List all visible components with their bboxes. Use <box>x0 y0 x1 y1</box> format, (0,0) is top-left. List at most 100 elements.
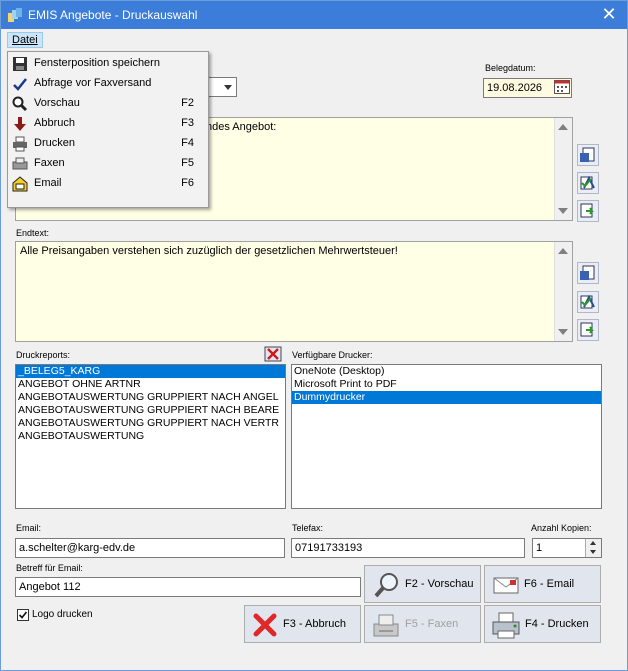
vorschau-button[interactable]: F2 - Vorschau <box>364 565 481 603</box>
menu-item-abbruch[interactable]: Abbruch F3 <box>8 114 206 134</box>
faxen-button[interactable]: F5 - Faxen <box>364 605 481 643</box>
kopien-stepper[interactable]: 1 <box>532 538 602 558</box>
menu-item-label: Faxen <box>34 157 65 169</box>
drucken-label: F4 - Drucken <box>525 618 589 630</box>
menu-item-abfrage-faxversand[interactable]: Abfrage vor Faxversand <box>8 74 206 94</box>
clear-report-icon[interactable] <box>264 346 282 362</box>
belegdatum-label: Belegdatum: <box>485 63 536 73</box>
endtext-edit-button[interactable] <box>577 291 599 313</box>
faxen-label: F5 - Faxen <box>405 618 459 630</box>
envelope-icon <box>493 577 519 594</box>
telefax-label: Telefax: <box>292 523 324 533</box>
menu-item-shortcut: F2 <box>181 97 194 109</box>
printer-icon <box>492 612 520 639</box>
abbruch-label: F3 - Abbruch <box>283 618 346 630</box>
list-item[interactable]: _BELEG5_KARG <box>16 365 285 378</box>
endtext-memo[interactable]: Alle Preisangaben verstehen sich zuzügli… <box>15 241 573 342</box>
app-icon <box>8 8 22 22</box>
textblock-insert-button[interactable] <box>577 200 599 222</box>
abbruch-button[interactable]: F3 - Abbruch <box>244 605 361 643</box>
menu-item-label: Vorschau <box>34 97 80 109</box>
menu-item-shortcut: F5 <box>181 157 194 169</box>
fax-icon <box>373 614 399 637</box>
logo-label: Logo drucken <box>32 609 93 620</box>
belegdatum-value: 19.08.2026 <box>487 82 543 94</box>
menu-item-label: Abbruch <box>34 117 75 129</box>
betreff-label: Betreff für Email: <box>16 563 83 573</box>
menu-item-shortcut: F3 <box>181 117 194 129</box>
list-item[interactable]: ANGEBOTAUSWERTUNG <box>16 430 285 443</box>
endtext-load-button[interactable] <box>577 262 599 284</box>
fax-icon <box>12 157 28 170</box>
magnifier-icon <box>374 573 398 598</box>
list-item[interactable]: ANGEBOTAUSWERTUNG GRUPPIERT NACH VERTR <box>16 417 285 430</box>
email-button-label: F6 - Email <box>524 578 575 590</box>
list-item[interactable]: OneNote (Desktop) <box>292 365 601 378</box>
drucker-label: Verfügbare Drucker: <box>292 350 373 360</box>
list-item[interactable]: ANGEBOT OHNE ARTNR <box>16 378 285 391</box>
menu-item-fensterposition[interactable]: Fensterposition speichern <box>8 54 206 74</box>
datei-dropdown-menu: Fensterposition speichern Abfrage vor Fa… <box>7 51 209 208</box>
close-icon[interactable]: ✕ <box>599 4 619 24</box>
list-item[interactable]: ANGEBOTAUSWERTUNG GRUPPIERT NACH BEARE <box>16 404 285 417</box>
kopien-value: 1 <box>536 542 543 554</box>
menu-item-drucken[interactable]: Drucken F4 <box>8 134 206 154</box>
menu-bar: Datei <box>1 29 627 51</box>
kopien-label: Anzahl Kopien: <box>531 523 592 533</box>
scroll-down-icon[interactable] <box>558 329 568 335</box>
druckauswahl-window: EMIS Angebote - Druckauswahl ✕ Datei Bel… <box>0 0 628 671</box>
list-item[interactable]: Microsoft Print to PDF <box>292 378 601 391</box>
scroll-up-icon[interactable] <box>558 248 568 254</box>
calendar-icon[interactable] <box>554 80 570 94</box>
telefax-value: 07191733193 <box>295 542 363 554</box>
cancel-x-icon <box>253 613 277 637</box>
chevron-down-icon <box>224 85 232 90</box>
betreff-field[interactable]: Angebot 112 <box>15 577 361 597</box>
check-icon <box>13 78 27 91</box>
menu-item-label: Fensterposition speichern <box>34 57 160 69</box>
drucken-button[interactable]: F4 - Drucken <box>484 605 601 643</box>
spin-up-icon <box>590 541 596 545</box>
betreff-value: Angebot 112 <box>19 581 81 593</box>
title-bar: EMIS Angebote - Druckauswahl ✕ <box>1 1 627 29</box>
menu-item-shortcut: F6 <box>181 177 194 189</box>
email-label: Email: <box>16 523 42 533</box>
scroll-down-icon[interactable] <box>558 208 568 214</box>
insert-arrow-icon <box>580 322 594 337</box>
textblock-load-button[interactable] <box>577 144 599 166</box>
drucker-list[interactable]: OneNote (Desktop) Microsoft Print to PDF… <box>291 364 602 509</box>
endtext-insert-button[interactable] <box>577 319 599 341</box>
document-load-icon <box>580 265 595 280</box>
spin-down-button[interactable] <box>585 548 601 557</box>
scroll-up-icon[interactable] <box>558 124 568 130</box>
email-field[interactable]: a.schelter@karg-edv.de <box>15 538 285 558</box>
insert-arrow-icon <box>580 203 594 218</box>
menu-item-vorschau[interactable]: Vorschau F2 <box>8 94 206 114</box>
down-arrow-icon <box>14 117 26 131</box>
menu-item-shortcut: F4 <box>181 137 194 149</box>
menu-item-label: Abfrage vor Faxversand <box>34 77 152 89</box>
text-edit-icon <box>580 294 595 309</box>
menu-item-email[interactable]: Email F6 <box>8 174 206 194</box>
printer-icon <box>13 136 27 152</box>
report-type-combo[interactable] <box>207 77 237 97</box>
email-value: a.schelter@karg-edv.de <box>19 542 136 554</box>
menu-datei[interactable]: Datei <box>7 32 43 48</box>
window-title: EMIS Angebote - Druckauswahl <box>28 8 198 22</box>
anfangstext-value: ndes Angebot: <box>206 121 277 133</box>
telefax-field[interactable]: 07191733193 <box>291 538 525 558</box>
endtext-label: Endtext: <box>16 228 50 238</box>
logo-checkbox[interactable] <box>17 609 29 621</box>
anfangstext-scrollbar[interactable] <box>554 118 572 220</box>
textblock-edit-button[interactable] <box>577 172 599 194</box>
menu-item-faxen[interactable]: Faxen F5 <box>8 154 206 174</box>
druckreports-list[interactable]: _BELEG5_KARG ANGEBOT OHNE ARTNR ANGEBOTA… <box>15 364 286 509</box>
list-item[interactable]: Dummydrucker <box>292 391 601 404</box>
list-item[interactable]: ANGEBOTAUSWERTUNG GRUPPIERT NACH ANGEL <box>16 391 285 404</box>
spin-down-icon <box>590 550 596 554</box>
email-button[interactable]: F6 - Email <box>484 565 601 603</box>
check-icon <box>18 611 28 619</box>
menu-item-label: Email <box>34 177 62 189</box>
magnifier-icon <box>12 96 28 112</box>
endtext-scrollbar[interactable] <box>554 242 572 341</box>
